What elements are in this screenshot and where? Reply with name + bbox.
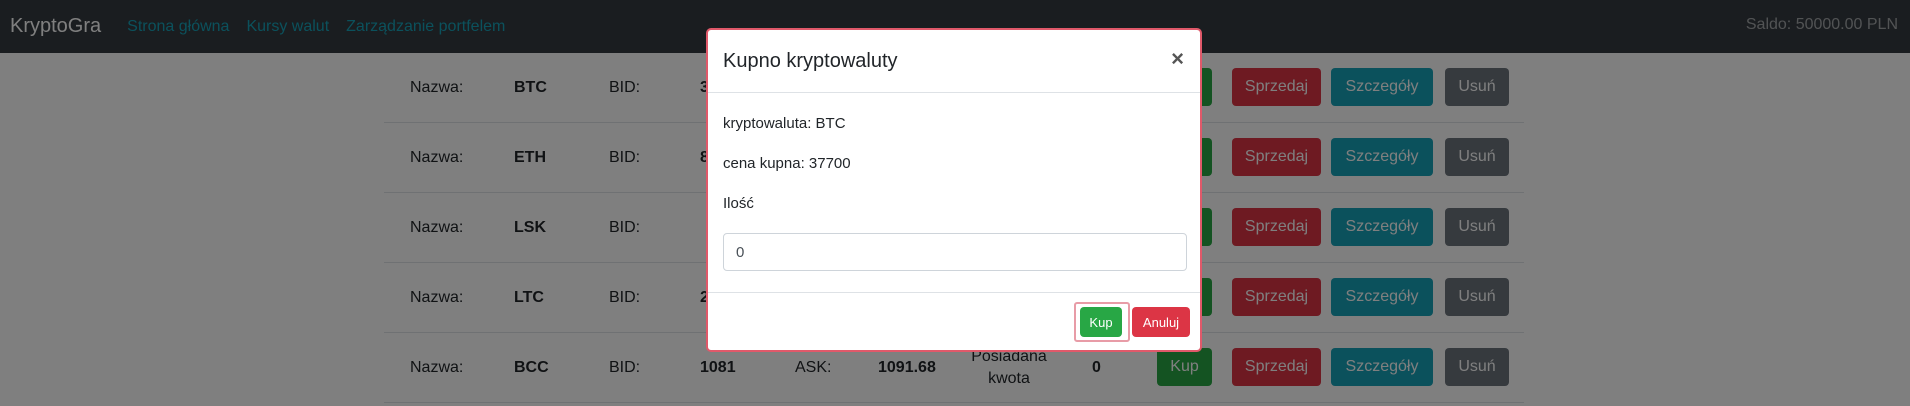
price-line: cena kupna: 37700 bbox=[723, 155, 851, 172]
buy-modal: Kupno kryptowaluty × kryptowaluta: BTC c… bbox=[706, 28, 1202, 352]
modal-body: kryptowaluta: BTC cena kupna: 37700 Iloś… bbox=[708, 93, 1200, 293]
crypto-line: kryptowaluta: BTC bbox=[723, 115, 846, 132]
modal-header: Kupno kryptowaluty × bbox=[708, 30, 1200, 93]
confirm-buy-button[interactable]: Kup bbox=[1080, 307, 1122, 337]
quantity-label: Ilość bbox=[723, 195, 754, 212]
modal-footer: Kup Anuluj bbox=[708, 293, 1200, 353]
quantity-input[interactable] bbox=[723, 233, 1187, 271]
modal-title: Kupno kryptowaluty bbox=[723, 50, 898, 72]
close-icon[interactable]: × bbox=[1171, 46, 1184, 72]
cancel-button[interactable]: Anuluj bbox=[1132, 307, 1190, 337]
